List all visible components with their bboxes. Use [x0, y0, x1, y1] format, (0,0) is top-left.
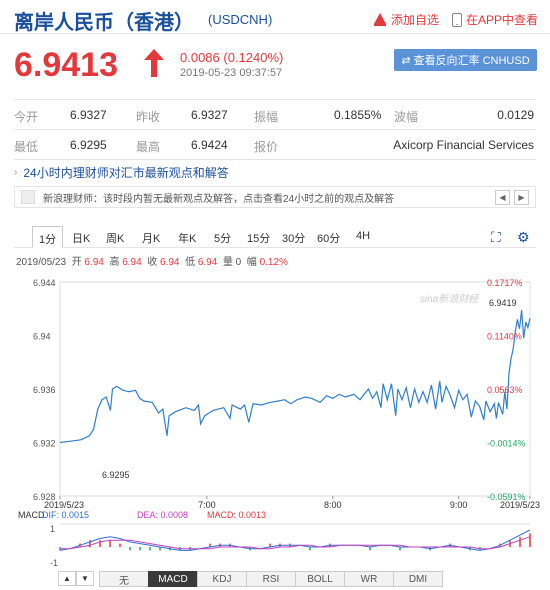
- x-tick-label: 2019/5/23: [500, 500, 540, 510]
- page-title: 离岸人民币（香港）: [14, 10, 194, 34]
- indicator-tab-0[interactable]: 无: [99, 571, 149, 587]
- x-tick-label: 8:00: [324, 500, 342, 510]
- prev-close-label: 昨收: [136, 110, 161, 124]
- swap-icon: ⇄: [401, 54, 411, 67]
- tab-15min[interactable]: 15分: [247, 230, 270, 246]
- high-value: 6.9424: [191, 138, 228, 152]
- quoter-label: 报价: [254, 140, 279, 154]
- macd-title: MACD: [18, 510, 45, 520]
- pct-tick-label: -0.0014%: [487, 439, 526, 449]
- add-watchlist-label: 添加自选: [391, 13, 440, 27]
- fullscreen-icon[interactable]: ⛶: [491, 229, 501, 246]
- arrow-up-icon: [144, 49, 164, 77]
- low-label: 6.9295: [102, 470, 130, 480]
- chart-nav: ▲ ▼: [58, 571, 94, 586]
- y-tick-label: 6.944: [33, 278, 56, 288]
- stats-row: 今开 6.9327 昨收 6.9327 振幅 0.1855% 波幅 0.0129: [14, 100, 536, 130]
- settings-icon[interactable]: ⚙: [517, 229, 530, 246]
- quoter-value: Axicorp Financial Services: [393, 138, 534, 152]
- y-tick-label: 6.936: [33, 385, 56, 395]
- pct-tick-label: 0.1717%: [487, 278, 523, 288]
- indicator-tab-1[interactable]: MACD: [148, 571, 198, 587]
- current-price: 6.9413: [14, 46, 118, 84]
- price-chart[interactable]: sina新浪财经6.944 0.1717%6.94 0.1140%6.936 0.05…: [0, 266, 550, 570]
- tab-yearly[interactable]: 年K: [178, 230, 196, 246]
- news-heading[interactable]: › 24小时内理财师对汇市最新观点和解答: [14, 164, 229, 181]
- indicator-tab-3[interactable]: RSI: [246, 571, 296, 587]
- macd-value-label: MACD: 0.0013: [207, 510, 266, 520]
- prev-close-value: 6.9327: [191, 108, 228, 122]
- next-arrow-icon[interactable]: ▶: [514, 189, 529, 205]
- tab-1min[interactable]: 1分: [32, 226, 64, 248]
- reverse-rate-button[interactable]: ⇄ 查看反向汇率 CNHUSD: [394, 49, 537, 71]
- indicator-tab-6[interactable]: DMI: [393, 571, 443, 587]
- avatar: [21, 190, 35, 204]
- macd-dea-label: DEA: 0.0008: [137, 510, 188, 520]
- arrow-up-icon[interactable]: ▲: [58, 571, 76, 586]
- price-line: [59, 310, 531, 444]
- wave-label: 波幅: [394, 110, 419, 124]
- macd-dif-label: DIF: 0.0015: [42, 510, 89, 520]
- plot-frame: [59, 281, 531, 497]
- tab-weekly[interactable]: 周K: [106, 230, 124, 246]
- macd-y-tick: -1: [50, 558, 58, 568]
- low-value: 6.9295: [70, 138, 107, 152]
- news-item[interactable]: 新浪理财师：该时段内暂无最新观点及解答，点击查看24小时之前的观点及解答: [43, 190, 394, 205]
- stats-table: 今开 6.9327 昨收 6.9327 振幅 0.1855% 波幅 0.0129…: [14, 99, 536, 160]
- tab-daily[interactable]: 日K: [72, 230, 90, 246]
- high-label: 6.9419: [489, 298, 517, 308]
- amplitude-label: 振幅: [254, 110, 279, 124]
- y-tick-label: 6.94: [33, 332, 51, 342]
- symbol-code: (USDCNH): [208, 12, 273, 27]
- quote-timestamp: 2019-05-23 09:37:57: [180, 67, 283, 79]
- flame-icon: [374, 13, 386, 26]
- stats-row: 最低 6.9295 最高 6.9424 报价 Axicorp Financial…: [14, 130, 536, 160]
- add-watchlist-button[interactable]: 添加自选: [373, 11, 439, 28]
- period-tabs: 1分 日K 周K 月K 年K 5分 15分 30分 60分 4H ⛶ ⚙: [14, 226, 536, 248]
- phone-icon: [452, 12, 462, 27]
- indicator-tabs: 无 MACD KDJ RSI BOLL WR DMI: [99, 571, 443, 587]
- tab-60min[interactable]: 60分: [317, 230, 340, 246]
- amplitude-value: 0.1855%: [334, 108, 382, 122]
- reverse-rate-label: 查看反向汇率 CNHUSD: [413, 55, 530, 67]
- y-tick-label: 6.932: [33, 439, 56, 449]
- high-label: 最高: [136, 140, 161, 154]
- open-in-app-label: 在APP中查看: [466, 13, 539, 27]
- tab-4h[interactable]: 4H: [356, 230, 370, 242]
- header: 离岸人民币（香港） (USDCNH) 添加自选 在APP中查看: [0, 0, 550, 34]
- x-tick-label: 7:00: [198, 500, 216, 510]
- pct-tick-label: 0.1140%: [487, 332, 522, 342]
- news-heading-label: 24小时内理财师对汇市最新观点和解答: [23, 166, 229, 180]
- news-box: 新浪理财师：该时段内暂无最新观点及解答，点击查看24小时之前的观点及解答 ◀ ▶: [14, 186, 536, 208]
- tab-monthly[interactable]: 月K: [142, 230, 160, 246]
- indicator-tab-4[interactable]: BOLL: [295, 571, 345, 587]
- macd-y-tick: 1: [50, 524, 55, 534]
- open-value: 6.9327: [70, 108, 107, 122]
- low-label: 最低: [14, 140, 39, 154]
- indicator-tab-5[interactable]: WR: [344, 571, 394, 587]
- arrow-down-icon[interactable]: ▼: [76, 571, 94, 586]
- wave-value: 0.0129: [497, 108, 534, 122]
- tab-5min[interactable]: 5分: [214, 230, 231, 246]
- price-change: 0.0086 (0.1240%): [180, 50, 284, 65]
- tab-30min[interactable]: 30分: [282, 230, 305, 246]
- x-tick-label: 9:00: [450, 500, 468, 510]
- indicator-tab-2[interactable]: KDJ: [197, 571, 247, 587]
- chevron-right-icon: ›: [14, 167, 18, 178]
- prev-arrow-icon[interactable]: ◀: [495, 189, 510, 205]
- x-tick-label: 2019/5/23: [44, 500, 84, 510]
- open-in-app-button[interactable]: 在APP中查看: [452, 11, 538, 28]
- open-label: 今开: [14, 110, 39, 124]
- watermark: sina新浪财经: [420, 293, 479, 305]
